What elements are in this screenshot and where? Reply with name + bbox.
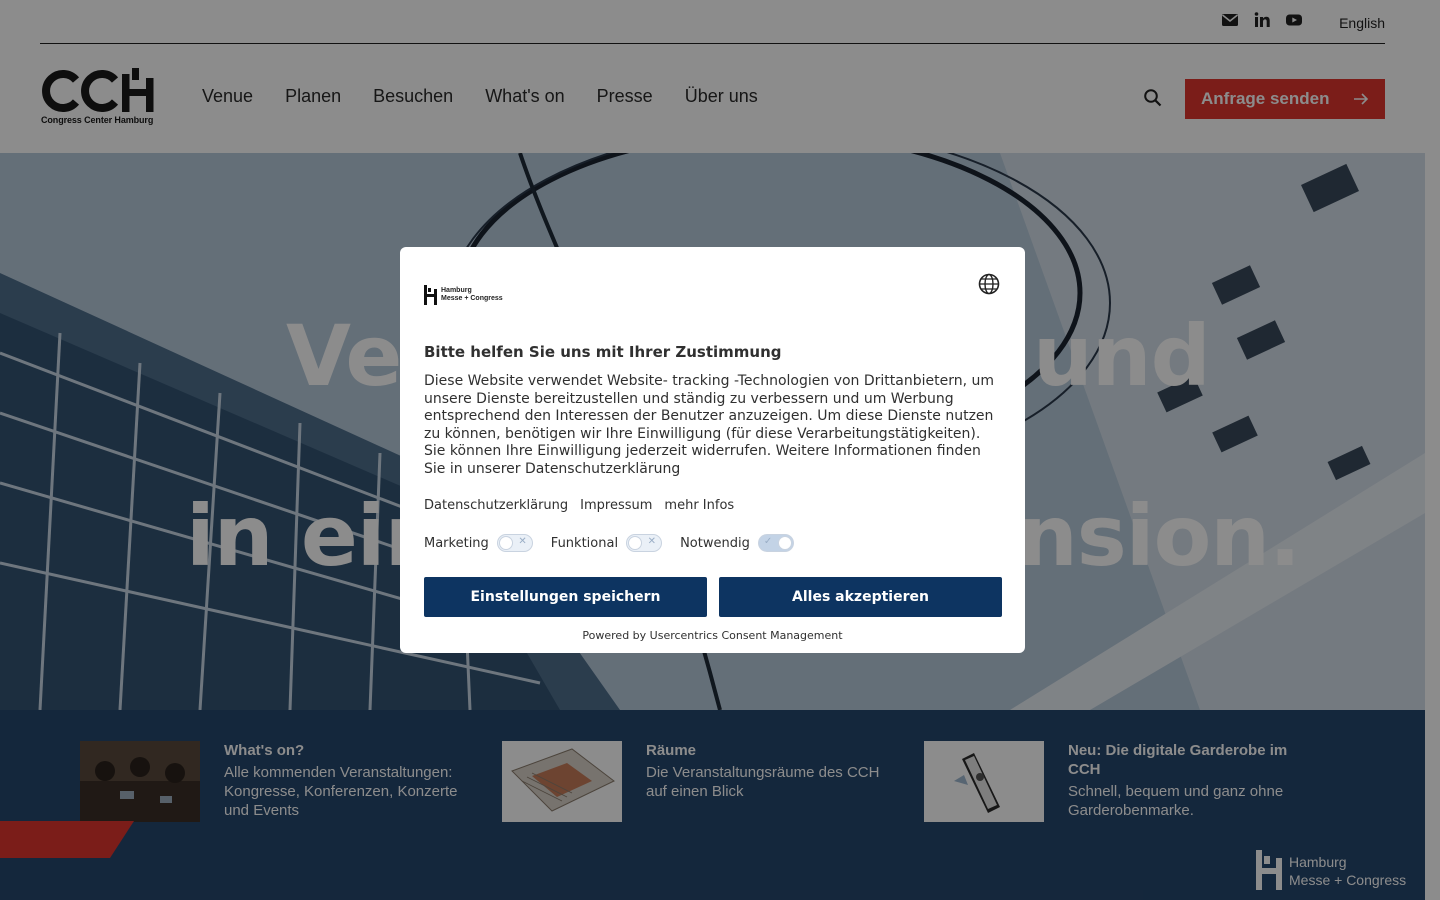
consent-body: Diese Website verwendet Website- trackin… [424, 373, 995, 477]
consent-logo: Hamburg Messe + Congress [424, 285, 508, 307]
check-icon: ✓ [763, 536, 773, 547]
consent-logo-line2: Messe + Congress [441, 295, 503, 302]
consent-dialog: Hamburg Messe + Congress Bitte helfen Si… [400, 247, 1025, 653]
hmc-logo-mark [424, 285, 437, 305]
toggle-label-marketing: Marketing [424, 535, 489, 551]
save-settings-button[interactable]: Einstellungen speichern [424, 577, 707, 617]
accept-all-button[interactable]: Alles akzeptieren [719, 577, 1002, 617]
x-icon: ✕ [647, 536, 657, 547]
consent-links: Datenschutzerklärung Impressum mehr Info… [424, 498, 734, 513]
link-datenschutz[interactable]: Datenschutzerklärung [424, 498, 568, 513]
consent-logo-line1: Hamburg [441, 287, 472, 294]
toggle-notwendig: ✓ [757, 534, 794, 552]
toggle-funktional[interactable]: ✕ [626, 534, 663, 552]
toggle-label-notwendig: Notwendig [680, 535, 750, 551]
consent-title: Bitte helfen Sie uns mit Ihrer Zustimmun… [424, 343, 782, 361]
consent-toggles: Marketing ✕ Funktional ✕ Notwendig ✓ [424, 534, 812, 552]
link-mehr-infos[interactable]: mehr Infos [664, 498, 734, 513]
toggle-marketing[interactable]: ✕ [496, 534, 533, 552]
language-globe-icon[interactable] [978, 273, 1000, 295]
toggle-label-funktional: Funktional [550, 535, 619, 551]
link-impressum[interactable]: Impressum [580, 498, 652, 513]
powered-by-text[interactable]: Powered by Usercentrics Consent Manageme… [400, 629, 1025, 642]
x-icon: ✕ [518, 536, 527, 547]
